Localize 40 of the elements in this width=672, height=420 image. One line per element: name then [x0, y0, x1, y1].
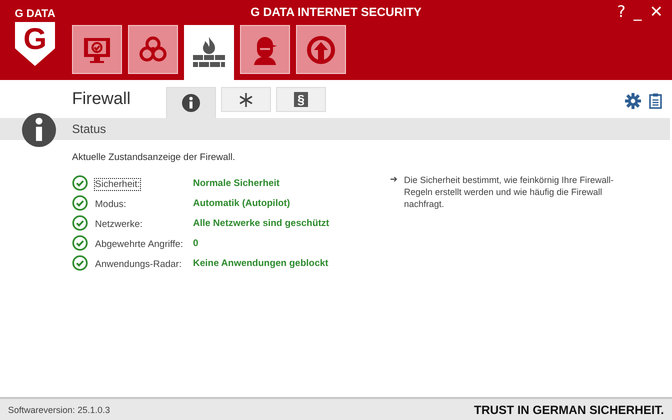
intro-text: Aktuelle Zustandsanzeige der Firewall. — [72, 152, 236, 163]
check-icon — [72, 195, 88, 211]
status-link[interactable]: Modus: — [94, 198, 128, 211]
version-text: Softwareversion: 25.1.0.3 — [8, 404, 110, 414]
status-value: Alle Netzwerke sind geschützt — [193, 218, 330, 228]
shield-logo: G — [15, 22, 55, 66]
status-value: Keine Anwendungen geblockt — [193, 258, 328, 268]
snowflake-icon — [238, 92, 254, 108]
slogan-text: TRUST IN GERMAN SICHERHEIT. — [474, 402, 664, 416]
view-tab[interactable]: § — [276, 87, 326, 112]
status-link[interactable]: Anwendungs-Radar: — [94, 258, 183, 271]
module-tab[interactable] — [296, 25, 346, 74]
check-icon — [72, 255, 88, 271]
status-value: Automatik (Autopilot) — [193, 198, 290, 208]
check-icon — [72, 175, 88, 191]
status-link[interactable]: Netzwerke: — [94, 218, 144, 231]
section-title: Status — [72, 122, 106, 136]
hint-text: Die Sicherheit bestimmt, wie feinkörnig Ihre Firewall-Regeln erstellt werden und wie häufig die Firewall nachfragt. — [404, 174, 615, 210]
window-button[interactable]: ✕ — [646, 2, 666, 21]
settings-icon[interactable] — [625, 93, 641, 109]
window-button[interactable]: _ — [630, 2, 645, 21]
module-tab[interactable] — [128, 25, 178, 74]
logo-text: G DATA — [14, 8, 56, 20]
view-tab[interactable] — [166, 87, 216, 118]
page-title: Firewall — [71, 89, 132, 109]
check-icon — [72, 235, 88, 251]
arrow-text: ➔ — [390, 174, 398, 184]
module-tab[interactable] — [240, 25, 290, 74]
status-value: 0 — [193, 238, 198, 248]
window-button[interactable]: ? — [614, 2, 629, 21]
window-title: G DATA INTERNET SECURITY — [249, 5, 423, 19]
check-icon — [72, 215, 88, 231]
info-icon — [22, 113, 56, 147]
status-link[interactable]: Abgewehrte Angriffe: — [94, 238, 184, 251]
module-tab[interactable] — [72, 25, 122, 74]
status-link[interactable]: Sicherheit: — [94, 178, 141, 191]
info-icon — [182, 94, 200, 112]
view-tab[interactable] — [221, 87, 271, 112]
status-value: Normale Sicherheit — [193, 178, 280, 188]
clipboard-icon[interactable] — [649, 93, 662, 109]
